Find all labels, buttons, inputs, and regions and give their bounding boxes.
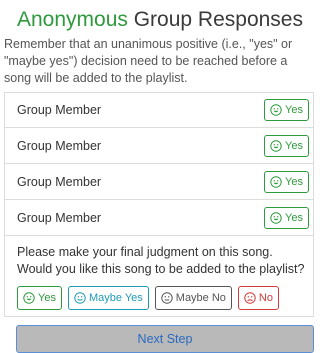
response-label: Yes [285, 175, 303, 188]
member-name: Group Member [17, 103, 102, 117]
member-name: Group Member [17, 138, 102, 153]
member-responses: Group Member Yes Group Member Yes Group … [0, 92, 320, 236]
smile-icon [270, 139, 282, 152]
member-row: Group Member Yes [4, 200, 314, 236]
next-step-wrapper: Next Step [16, 325, 314, 353]
response-label: Yes [285, 104, 303, 116]
yes-button[interactable]: Yes [17, 286, 62, 310]
member-row: Group Member Yes [4, 164, 314, 200]
member-response-badge: Yes [264, 99, 309, 121]
maybe-yes-label: Maybe Yes [88, 292, 143, 304]
member-response-badge: Yes [264, 206, 309, 229]
maybe-no-label: Maybe No [175, 292, 226, 304]
smile-icon [270, 104, 282, 116]
member-name: Group Member [17, 174, 102, 189]
neutral-face-icon [161, 292, 173, 304]
judgment-prompt-line-1: Please make your final judgment on this … [17, 245, 273, 259]
intro-text: Remember that an unanimous positive (i.e… [4, 37, 293, 85]
response-label: Yes [285, 211, 303, 224]
no-button[interactable]: No [237, 286, 279, 310]
title-rest: Group Responses [127, 8, 303, 31]
judgment-choices: Yes Maybe Yes Maybe No No [17, 286, 313, 310]
member-response-badge: Yes [264, 134, 309, 157]
member-name: Group Member [17, 210, 102, 225]
yes-label: Yes [38, 292, 56, 304]
slight-smile-icon [74, 292, 86, 304]
smile-icon [270, 175, 282, 188]
judgment-prompt-line-2: Would you like this song to be added to … [17, 262, 305, 276]
judgment-panel: Please make your final judgment on this … [4, 236, 314, 317]
next-step-button[interactable]: Next Step [16, 325, 314, 353]
title-accent: Anonymous [16, 8, 128, 31]
frown-icon [244, 292, 256, 304]
member-row: Group Member Yes [4, 128, 314, 164]
maybe-no-button[interactable]: Maybe No [154, 286, 232, 310]
page-title: Anonymous Group Responses [0, 7, 320, 33]
response-label: Yes [285, 139, 303, 152]
smile-icon [270, 211, 282, 224]
no-label: No [258, 292, 273, 304]
smile-icon [23, 292, 35, 304]
maybe-yes-button[interactable]: Maybe Yes [67, 286, 149, 310]
member-row: Group Member Yes [4, 92, 314, 128]
member-response-badge: Yes [264, 170, 309, 193]
